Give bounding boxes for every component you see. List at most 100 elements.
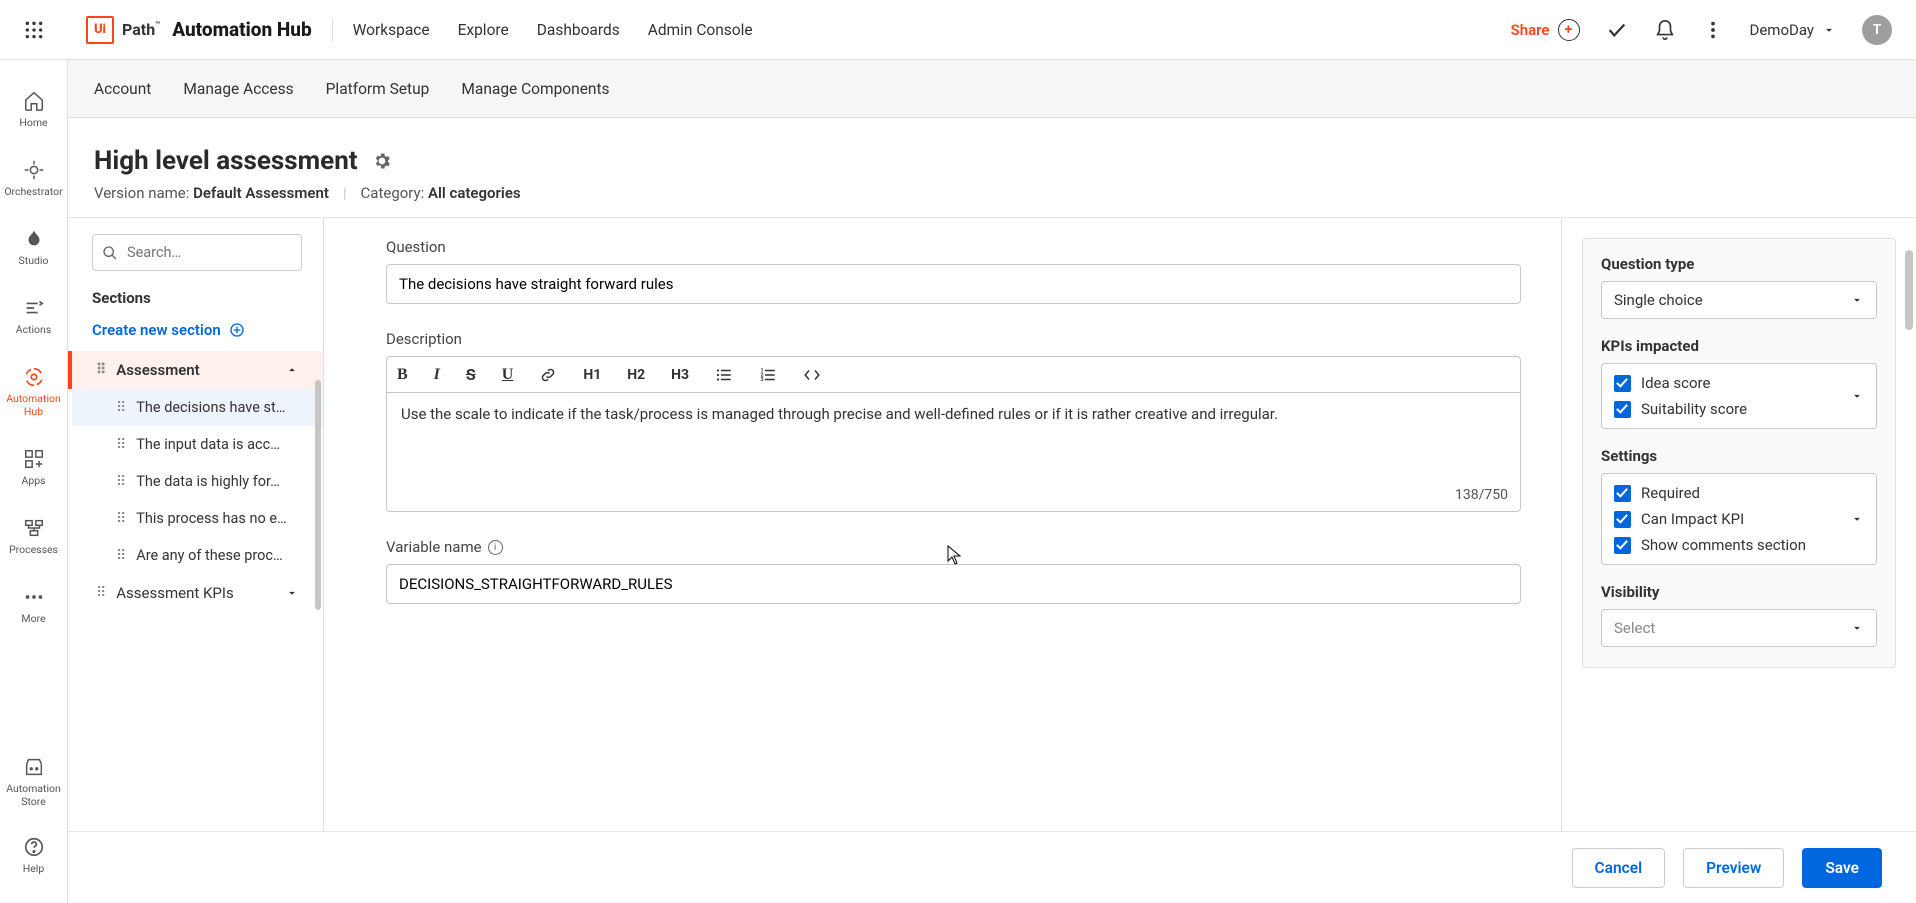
section-group-label: Assessment <box>116 361 199 379</box>
question-label: Are any of these proc… <box>136 547 282 564</box>
bell-icon[interactable] <box>1654 19 1676 41</box>
bullet-list-button[interactable] <box>715 366 733 384</box>
nav-explore[interactable]: Explore <box>458 21 509 39</box>
product-logo[interactable]: Ui Path™ Automation Hub <box>86 16 312 44</box>
app-launcher-icon[interactable] <box>0 0 68 60</box>
drag-handle-icon[interactable]: ⠿ <box>116 437 126 453</box>
avatar[interactable]: T <box>1862 15 1892 45</box>
section-question[interactable]: ⠿ The decisions have st… <box>72 389 323 426</box>
variable-name-label: Variable name <box>386 538 482 556</box>
checkbox-checked-icon <box>1614 537 1631 554</box>
checkbox-checked-icon <box>1614 375 1631 392</box>
home-icon <box>23 90 45 112</box>
page-scrollbar[interactable] <box>1905 250 1913 330</box>
properties-panel: Question type Single choice KPIs impacte… <box>1562 218 1916 903</box>
rail-actions[interactable]: Actions <box>0 297 68 336</box>
info-icon[interactable]: i <box>488 540 503 555</box>
drag-handle-icon[interactable]: ⠿ <box>116 400 126 416</box>
sections-panel: Sections Create new section ⠿ Assessment… <box>68 218 324 903</box>
h2-button[interactable]: H2 <box>627 367 645 383</box>
kebab-icon[interactable] <box>1702 19 1724 41</box>
share-button[interactable]: Share + <box>1511 19 1580 41</box>
ordered-list-button[interactable]: 123 <box>759 366 777 384</box>
automation-hub-icon <box>23 366 45 388</box>
h3-button[interactable]: H3 <box>671 367 689 383</box>
cancel-button[interactable]: Cancel <box>1572 848 1666 888</box>
chevron-down-icon <box>1822 23 1836 37</box>
subnav-manage-components[interactable]: Manage Components <box>461 80 609 98</box>
nav-workspace[interactable]: Workspace <box>353 21 430 39</box>
question-input[interactable] <box>386 264 1521 304</box>
create-section-button[interactable]: Create new section <box>68 321 323 339</box>
rail-more[interactable]: More <box>0 586 68 625</box>
strikethrough-button[interactable]: S <box>466 365 476 384</box>
more-icon <box>23 586 45 608</box>
rail-home[interactable]: Home <box>0 90 68 129</box>
help-icon <box>23 836 45 858</box>
kpi-idea-score-checkbox[interactable]: Idea score <box>1614 374 1864 392</box>
question-type-select[interactable]: Single choice <box>1601 281 1877 319</box>
setting-show-comments-checkbox[interactable]: Show comments section <box>1614 536 1864 554</box>
subnav-platform-setup[interactable]: Platform Setup <box>326 80 430 98</box>
sections-scrollbar[interactable] <box>315 328 321 893</box>
drag-handle-icon[interactable]: ⠿ <box>96 362 106 378</box>
question-type-label: Question type <box>1601 255 1877 273</box>
bold-button[interactable]: B <box>397 366 408 384</box>
setting-required-checkbox[interactable]: Required <box>1614 484 1864 502</box>
kpis-impacted-box[interactable]: Idea score Suitability score <box>1601 363 1877 429</box>
tenant-dropdown[interactable]: DemoDay <box>1750 21 1837 39</box>
sub-header: Account Manage Access Platform Setup Man… <box>68 60 1916 118</box>
footer-actions: Cancel Preview Save <box>68 831 1916 903</box>
checkbox-checked-icon <box>1614 511 1631 528</box>
drag-handle-icon[interactable]: ⠿ <box>116 548 126 564</box>
section-question[interactable]: ⠿ The data is highly for… <box>72 463 323 500</box>
section-group-assessment[interactable]: ⠿ Assessment <box>68 351 323 389</box>
section-question[interactable]: ⠿ Are any of these proc… <box>72 537 323 574</box>
rail-help[interactable]: Help <box>0 836 68 875</box>
drag-handle-icon[interactable]: ⠿ <box>116 474 126 490</box>
setting-can-impact-kpi-checkbox[interactable]: Can Impact KPI <box>1614 510 1864 528</box>
category-value: All categories <box>428 184 521 202</box>
svg-text:3: 3 <box>761 377 764 383</box>
visibility-select[interactable]: Select <box>1601 609 1877 647</box>
section-question[interactable]: ⠿ The input data is acc… <box>72 426 323 463</box>
gear-icon[interactable] <box>372 151 392 171</box>
nav-dashboards[interactable]: Dashboards <box>537 21 620 39</box>
question-type-value: Single choice <box>1614 291 1703 309</box>
nav-admin-console[interactable]: Admin Console <box>648 21 753 39</box>
search-input[interactable] <box>92 234 302 271</box>
italic-button[interactable]: I <box>434 366 440 384</box>
rail-processes[interactable]: Processes <box>0 517 68 556</box>
visibility-value: Select <box>1614 619 1655 637</box>
section-group-label: Assessment KPIs <box>116 584 233 602</box>
variable-name-input[interactable] <box>386 564 1521 604</box>
rail-studio[interactable]: Studio <box>0 228 68 267</box>
description-textarea[interactable]: Use the scale to indicate if the task/pr… <box>386 392 1521 512</box>
drag-handle-icon[interactable]: ⠿ <box>96 585 106 601</box>
save-button[interactable]: Save <box>1802 848 1882 888</box>
question-label: This process has no e… <box>136 510 287 527</box>
version-value: Default Assessment <box>193 184 329 202</box>
question-editor: Question Description B I S U H1 H2 H3 <box>324 218 1562 903</box>
subnav-manage-access[interactable]: Manage Access <box>183 80 293 98</box>
h1-button[interactable]: H1 <box>583 367 601 383</box>
rail-apps[interactable]: Apps <box>0 448 68 487</box>
section-group-kpis[interactable]: ⠿ Assessment KPIs <box>72 574 323 612</box>
share-plus-icon: + <box>1558 19 1580 41</box>
check-icon[interactable] <box>1606 19 1628 41</box>
chevron-down-icon <box>1850 621 1864 635</box>
rich-text-toolbar: B I S U H1 H2 H3 123 <box>386 356 1521 392</box>
link-button[interactable] <box>539 366 557 384</box>
kpi-suitability-score-checkbox[interactable]: Suitability score <box>1614 400 1864 418</box>
rail-orchestrator[interactable]: Orchestrator <box>0 159 68 198</box>
subnav-account[interactable]: Account <box>94 80 151 98</box>
code-button[interactable] <box>803 366 821 384</box>
description-char-count: 138/750 <box>1455 487 1508 503</box>
drag-handle-icon[interactable]: ⠿ <box>116 511 126 527</box>
rail-automation-hub[interactable]: Automation Hub <box>0 366 68 418</box>
uipath-logo-icon: Ui <box>86 16 114 44</box>
preview-button[interactable]: Preview <box>1683 848 1784 888</box>
rail-automation-store[interactable]: Automation Store <box>0 756 68 808</box>
section-question[interactable]: ⠿ This process has no e… <box>72 500 323 537</box>
underline-button[interactable]: U <box>502 366 514 384</box>
